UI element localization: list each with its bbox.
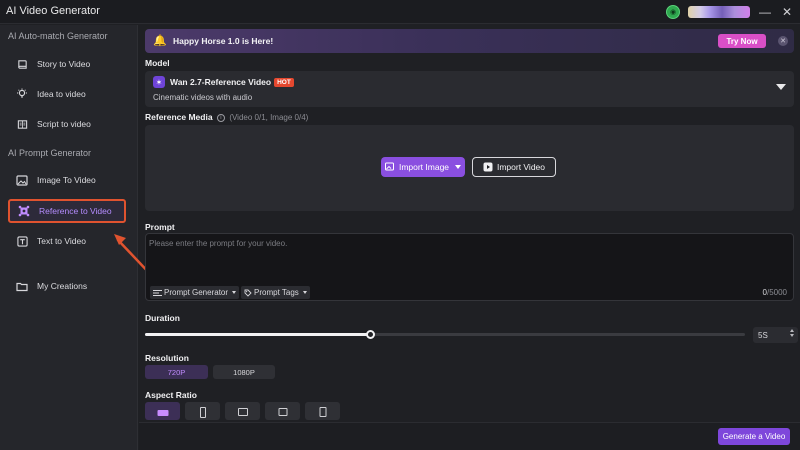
title-bar: AI Video Generator ◉ — ✕ (0, 0, 800, 24)
prompt-box: Prompt Generator Prompt Tags 0/5000 (145, 233, 794, 301)
aspect-ratio-1-1[interactable] (265, 402, 300, 420)
image-icon (16, 174, 28, 186)
duration-slider-fill (145, 333, 370, 336)
info-icon[interactable]: i (216, 113, 225, 122)
prompt-tags-label: Prompt Tags (254, 288, 299, 297)
credit-icon[interactable]: ◉ (666, 5, 680, 19)
banner-close-icon[interactable]: ✕ (778, 36, 788, 46)
tag-icon (244, 289, 252, 297)
banner-text: Happy Horse 1.0 is Here! (173, 36, 274, 46)
duration-slider[interactable] (145, 330, 745, 339)
window-title: AI Video Generator (6, 5, 100, 17)
caret-down-icon (302, 291, 307, 294)
sidebar-section-prompt: AI Prompt Generator (8, 148, 92, 158)
hot-badge: HOT (274, 78, 294, 87)
aspect-portrait-icon (199, 407, 206, 418)
import-image-label: Import Image (398, 162, 450, 172)
prompt-generator-label: Prompt Generator (164, 288, 229, 297)
account-avatar[interactable] (688, 6, 750, 18)
sidebar-item-label: My Creations (37, 281, 88, 291)
aspect-square-icon (278, 408, 287, 416)
aspect-landscape-icon (157, 410, 168, 416)
sidebar-item-script-to-video[interactable]: Script to video (8, 112, 126, 136)
import-image-button[interactable]: Import Image (381, 157, 465, 177)
resolution-label: Resolution (145, 353, 189, 363)
aspect-ratio-4-3[interactable] (225, 402, 260, 420)
title-bar-controls: ◉ — ✕ (666, 3, 794, 21)
sliders-icon (153, 289, 162, 296)
duration-value: 5S (758, 330, 768, 340)
model-label: Model (145, 58, 170, 68)
model-select[interactable]: ✶ Wan 2.7-Reference Video HOT Cinematic v… (145, 71, 794, 107)
character-count: 0/5000 (762, 288, 787, 297)
sidebar-item-story-to-video[interactable]: Story to Video (8, 52, 126, 76)
aspect-ratio-16-9[interactable] (145, 402, 180, 420)
bell-icon: 🔔 (153, 35, 167, 47)
reference-media-dropzone[interactable]: Import Image Import Video (145, 125, 794, 211)
stepper-down-icon[interactable] (790, 334, 794, 337)
sidebar-item-reference-to-video[interactable]: Reference to Video (8, 199, 126, 223)
sidebar-item-image-to-video[interactable]: Image To Video (8, 168, 126, 192)
reference-media-counts: (Video 0/1, Image 0/4) (229, 113, 309, 122)
script-icon (16, 118, 28, 130)
duration-stepper[interactable]: 5S (753, 327, 798, 343)
sidebar-item-label: Idea to video (37, 89, 86, 99)
sidebar-item-label: Script to video (37, 119, 91, 129)
video-add-icon (483, 162, 493, 172)
sidebar-item-label: Image To Video (37, 175, 96, 185)
close-icon[interactable]: ✕ (780, 5, 794, 19)
sidebar-item-idea-to-video[interactable]: Idea to video (8, 82, 126, 106)
prompt-tags-dropdown[interactable]: Prompt Tags (241, 286, 310, 299)
minimize-icon[interactable]: — (758, 5, 772, 19)
caret-down-icon (455, 165, 462, 169)
promo-banner: 🔔 Happy Horse 1.0 is Here! Try Now ✕ (145, 29, 794, 53)
sidebar-item-label: Reference to Video (39, 206, 112, 216)
import-video-button[interactable]: Import Video (472, 157, 556, 177)
model-name: Wan 2.7-Reference Video HOT (170, 77, 294, 87)
duration-slider-thumb[interactable] (366, 330, 375, 339)
reference-icon (18, 205, 30, 217)
stepper-arrows[interactable] (790, 329, 794, 337)
bottom-bar: Generate a Video (139, 422, 800, 450)
sidebar-item-label: Story to Video (37, 59, 91, 69)
caret-down-icon (232, 291, 237, 294)
model-logo-icon: ✶ (153, 76, 165, 88)
try-now-button[interactable]: Try Now (718, 34, 766, 48)
aspect-ratio-3-4[interactable] (305, 402, 340, 420)
resolution-720p-button[interactable]: 720P (145, 365, 208, 379)
folder-icon (16, 280, 28, 292)
image-add-icon (384, 162, 394, 171)
sidebar-section-auto-match: AI Auto-match Generator (8, 31, 108, 41)
main-panel: 🔔 Happy Horse 1.0 is Here! Try Now ✕ Mod… (139, 25, 800, 450)
model-description: Cinematic videos with audio (153, 93, 253, 102)
prompt-generator-dropdown[interactable]: Prompt Generator (150, 286, 240, 299)
aspect-portrait-icon (319, 407, 326, 417)
chevron-down-icon[interactable] (776, 84, 786, 90)
prompt-input[interactable] (149, 239, 789, 279)
sidebar-item-label: Text to Video (37, 236, 86, 246)
aspect-ratio-label: Aspect Ratio (145, 390, 197, 400)
generate-video-button[interactable]: Generate a Video (718, 428, 790, 445)
prompt-label: Prompt (145, 222, 175, 232)
duration-label: Duration (145, 313, 180, 323)
aspect-landscape-icon (237, 408, 248, 416)
resolution-1080p-button[interactable]: 1080P (213, 365, 275, 379)
book-icon (16, 58, 28, 70)
lightbulb-icon (16, 88, 28, 100)
reference-media-label: Reference Media i (Video 0/1, Image 0/4) (145, 112, 309, 122)
stepper-up-icon[interactable] (790, 329, 794, 332)
text-icon (16, 235, 28, 247)
import-video-label: Import Video (496, 162, 546, 172)
aspect-ratio-9-16[interactable] (185, 402, 220, 420)
